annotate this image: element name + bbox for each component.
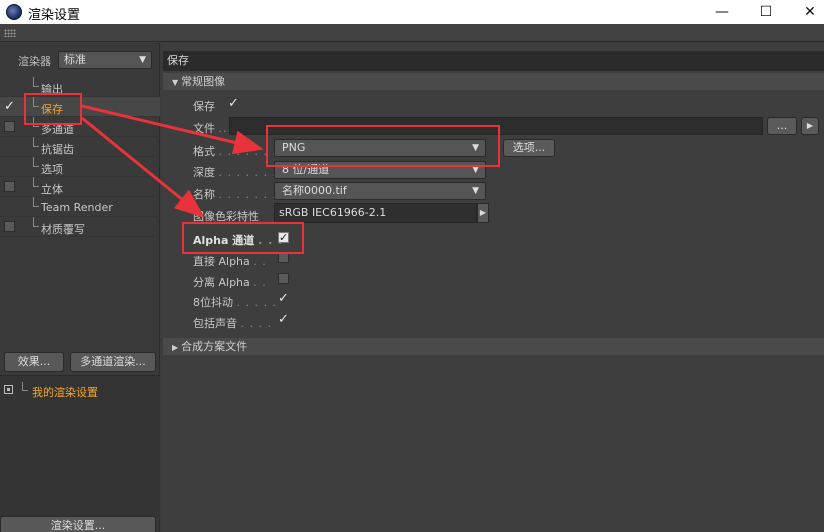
file-browse-button[interactable]: ...	[767, 117, 797, 135]
grip-icon[interactable]	[4, 29, 16, 37]
tree-branch-icon	[33, 77, 39, 87]
annotation-box-save	[24, 93, 82, 125]
tree-checkbox[interactable]	[4, 121, 15, 132]
tree-item-label: 材质覆写	[41, 223, 85, 236]
renderer-row: 渲染器 标准 ▼	[0, 49, 160, 71]
tree-item-team-render[interactable]: Team Render	[0, 197, 160, 217]
separate-alpha-checkbox[interactable]	[278, 273, 289, 284]
section-title: 保存	[163, 51, 824, 71]
color-profile-field[interactable]: sRGB IEC61966-2.1	[274, 203, 477, 223]
render-preset-list: 我的渲染设置	[0, 375, 160, 519]
render-preset-icon	[4, 385, 13, 394]
renderer-value: 标准	[64, 53, 86, 66]
tree-branch-icon	[33, 137, 39, 147]
tree-branch-icon	[33, 197, 39, 207]
save-label: 保存	[193, 100, 215, 113]
group-general-image[interactable]: ▼ 常规图像	[163, 73, 824, 90]
group-composite-project[interactable]: ▶ 合成方案文件	[163, 338, 824, 355]
name-select[interactable]: 名称0000.tif ▼	[274, 182, 486, 200]
renderer-select[interactable]: 标准 ▼	[58, 51, 152, 69]
tree-item-options[interactable]: 选项	[0, 157, 160, 177]
format-label: 格式 . . . . . . .	[193, 145, 277, 158]
toolbar-grip-bar	[0, 24, 824, 42]
title-bar: 渲染设置 — ☐ ✕	[0, 0, 824, 24]
name-label: 名称 . . . . . . .	[193, 188, 277, 201]
save-checkbox[interactable]: ✓	[228, 97, 239, 110]
properties-panel: 保存 ▼ 常规图像 保存 ✓ 文件 ... ... ▶ 格式 . . . . . …	[163, 43, 824, 532]
tree-item-stereo[interactable]: 立体	[0, 177, 160, 197]
dither-checkbox[interactable]: ✓	[278, 292, 289, 305]
include-sound-checkbox[interactable]: ✓	[278, 313, 289, 326]
cinema4d-app-icon	[6, 4, 22, 20]
profile-menu-arrow-icon[interactable]: ▶	[477, 203, 489, 223]
render-settings-button[interactable]: 渲染设置...	[0, 516, 156, 532]
expand-right-icon: ▶	[172, 343, 179, 352]
group-label: 合成方案文件	[181, 340, 248, 353]
tree-checkbox[interactable]	[4, 181, 15, 192]
close-button[interactable]: ✕	[788, 0, 824, 24]
window-title: 渲染设置	[28, 8, 81, 23]
dither-label: 8位抖动 . . . . .	[193, 296, 277, 309]
multipass-render-button[interactable]: 多通道渲染...	[70, 352, 156, 372]
tree-item-label: Team Render	[41, 201, 113, 214]
tree-item-label: 抗锯齿	[41, 143, 74, 156]
tree-branch-icon	[33, 157, 39, 167]
annotation-box-alpha	[182, 222, 304, 254]
tree-checkbox[interactable]	[4, 221, 15, 232]
tree-checkbox[interactable]: ✓	[4, 100, 15, 113]
expand-down-icon: ▼	[172, 78, 179, 87]
file-label: 文件 ...	[193, 122, 232, 135]
name-value: 名称0000.tif	[282, 184, 347, 197]
separate-alpha-label: 分离 Alpha . .	[193, 276, 267, 289]
file-menu-arrow-icon[interactable]: ▶	[801, 117, 819, 135]
straight-alpha-label: 直接 Alpha . .	[193, 255, 267, 268]
maximize-button[interactable]: ☐	[744, 0, 788, 24]
tree-item-material-override[interactable]: 材质覆写	[0, 217, 160, 237]
include-sound-label: 包括声音 . . . .	[193, 317, 272, 330]
effect-button[interactable]: 效果...	[4, 352, 64, 372]
minimize-button[interactable]: —	[700, 0, 744, 24]
dropdown-arrow-icon: ▼	[472, 186, 479, 196]
tree-branch-icon	[22, 382, 28, 391]
dropdown-arrow-icon: ▼	[139, 55, 146, 65]
format-options-button[interactable]: 选项...	[503, 139, 555, 157]
group-label: 常规图像	[181, 75, 226, 88]
depth-label: 深度 . . . . . . .	[193, 166, 277, 179]
render-preset-item[interactable]: 我的渲染设置	[32, 384, 98, 400]
tree-item-antialiasing[interactable]: 抗锯齿	[0, 137, 160, 157]
renderer-label: 渲染器	[18, 55, 51, 68]
annotation-box-format	[266, 125, 500, 167]
tree-branch-icon	[33, 217, 39, 227]
tree-item-label: 立体	[41, 183, 63, 196]
tree-item-label: 选项	[41, 163, 63, 176]
tree-branch-icon	[33, 177, 39, 187]
